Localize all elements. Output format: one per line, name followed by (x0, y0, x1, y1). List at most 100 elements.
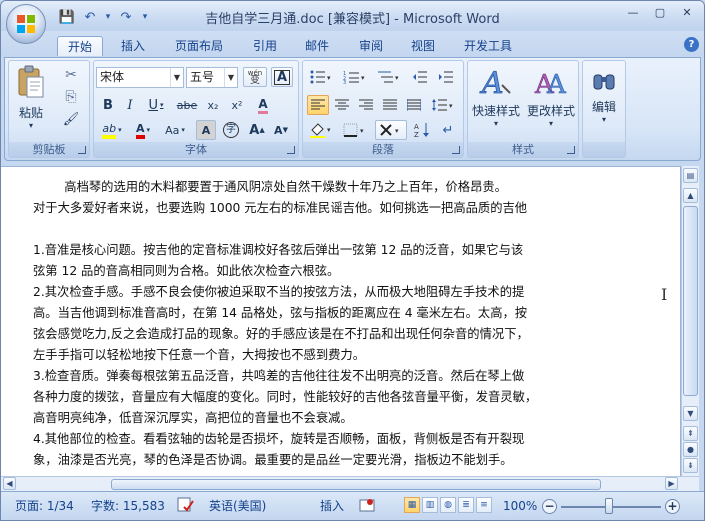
tab-page-layout[interactable]: 页面布局 (167, 36, 231, 56)
document-line[interactable]: 4.其他部位的检查。看看弦轴的齿轮是否损坏，旋转是否顺畅，面板，背侧板是否有开裂… (33, 429, 595, 450)
vertical-scrollbar[interactable]: ▤ ▲ ▼ ⇞ ● ⇟ (681, 166, 699, 476)
scroll-up-button[interactable]: ▲ (683, 188, 698, 203)
highlight-button[interactable]: ab ▾ (98, 120, 126, 140)
decrease-indent-button[interactable] (409, 67, 431, 87)
document-line[interactable]: 象，油漆是否光亮，琴的色泽是否协调。最重要的是品丝一定要光滑，指板边不能划手。 (33, 450, 595, 471)
clear-formatting-button[interactable]: A (252, 95, 274, 115)
asian-layout-button[interactable]: ▾ (375, 120, 407, 140)
change-case-button[interactable]: Aa ▾ (160, 120, 190, 140)
document-line[interactable]: 1.音准是核心问题。按吉他的定音标准调校好各弦后弹出一弦第 12 品的泛音，如果… (33, 240, 595, 261)
phonetic-guide-button[interactable]: wén 变 (243, 67, 267, 87)
distributed-button[interactable] (403, 95, 425, 115)
outline-view-button[interactable]: ≣ (458, 497, 474, 513)
align-center-button[interactable] (331, 95, 353, 115)
horizontal-scroll-thumb[interactable] (111, 479, 601, 490)
document-line[interactable] (33, 219, 595, 240)
tab-mailings[interactable]: 邮件 (297, 36, 337, 56)
zoom-slider-thumb[interactable] (605, 498, 613, 514)
full-screen-reading-view-button[interactable]: ▥ (422, 497, 438, 513)
language-indicator[interactable]: 英语(美国) (209, 497, 266, 515)
previous-page-button[interactable]: ⇞ (683, 426, 698, 441)
document-canvas[interactable]: 高档琴的选用的木料都要置于通风阴凉处自然干燥数十年乃之上百年，价格昂贵。 对于大多… (1, 166, 681, 476)
maximize-button[interactable]: ▢ (648, 3, 672, 21)
zoom-level[interactable]: 100% (503, 497, 537, 515)
close-button[interactable]: ✕ (675, 3, 699, 21)
italic-button[interactable]: I (120, 95, 140, 115)
grow-font-button[interactable]: A ▲ (246, 120, 268, 140)
document-line[interactable]: 弦会感觉吃力,反之会造成打品的现象。好的手感应该是在不打品和出现任何杂音的情况下… (33, 324, 595, 345)
justify-button[interactable] (379, 95, 401, 115)
page-count[interactable]: 页面: 1/34 (15, 497, 74, 515)
borders-button[interactable]: ▾ (339, 120, 369, 140)
multilevel-list-button[interactable]: ▾ (373, 67, 403, 87)
scroll-right-button[interactable]: ▶ (665, 477, 678, 490)
char-border-button[interactable]: A (271, 67, 293, 87)
tab-developer[interactable]: 开发工具 (456, 36, 520, 56)
underline-button[interactable]: U ▾ (142, 95, 170, 115)
align-right-button[interactable] (355, 95, 377, 115)
font-size-select[interactable]: 五号 ▼ (186, 67, 238, 88)
quick-styles-button[interactable]: A 快速样式 ▾ (470, 65, 522, 143)
copy-button[interactable]: ⎘ (59, 87, 83, 107)
print-layout-view-button[interactable]: ▦ (404, 497, 420, 513)
ruler-toggle-button[interactable]: ▤ (683, 168, 698, 183)
office-button[interactable] (6, 4, 46, 44)
document-line[interactable]: 对于大多爱好者来说，也要选购 1000 元左右的标准民谣吉他。如何挑选一把高品质… (33, 198, 595, 219)
document-line[interactable]: 左手手指可以轻松地按下任意一个音，大拇按也不感到费力。 (33, 345, 595, 366)
shading-button[interactable]: ▾ (305, 120, 335, 140)
web-layout-view-button[interactable]: ◍ (440, 497, 456, 513)
show-marks-button[interactable]: ↵ (437, 120, 459, 140)
change-styles-button[interactable]: A A 更改样式 ▾ (524, 65, 578, 143)
document-line[interactable]: 2.其次检查手感。手感不良会使你被迫采取不当的按弦方法，从而极大地阻碍左手技术的… (33, 282, 595, 303)
shrink-font-button[interactable]: A ▼ (270, 120, 292, 140)
scroll-left-button[interactable]: ◀ (3, 477, 16, 490)
line-spacing-button[interactable]: ▾ (427, 95, 457, 115)
format-painter-button[interactable]: 🖌 (59, 109, 83, 129)
clipboard-dialog-launcher[interactable] (78, 146, 86, 154)
align-left-button[interactable] (307, 95, 329, 115)
document-line[interactable]: 各种力度的拨弦，音量应有大幅度的变化。同时，性能较好的吉他各弦音量平衡，发音灵敏… (33, 387, 595, 408)
document-line[interactable]: 高档琴的选用的木料都要置于通风阴凉处自然干燥数十年乃之上百年，价格昂贵。 (33, 177, 595, 198)
document-body[interactable]: 高档琴的选用的木料都要置于通风阴凉处自然干燥数十年乃之上百年，价格昂贵。 对于大多… (33, 177, 595, 471)
font-dialog-launcher[interactable] (287, 146, 295, 154)
tab-insert[interactable]: 插入 (113, 36, 153, 56)
tab-home[interactable]: 开始 (57, 36, 103, 56)
tab-references[interactable]: 引用 (245, 36, 285, 56)
superscript-button[interactable]: x² (226, 95, 248, 115)
insert-mode[interactable]: 插入 (320, 497, 344, 515)
paste-button[interactable]: 粘贴 ▾ (13, 65, 49, 143)
bullets-button[interactable]: ▾ (305, 67, 335, 87)
paragraph-dialog-launcher[interactable] (452, 146, 460, 154)
strikethrough-button[interactable]: abe (174, 95, 200, 115)
word-count[interactable]: 字数: 15,583 (91, 497, 165, 515)
cut-button[interactable]: ✂ (59, 65, 83, 85)
font-color-button[interactable]: A ▾ (130, 120, 156, 140)
font-name-select[interactable]: 宋体 ▼ (96, 67, 184, 88)
document-line[interactable]: 高音明亮纯净，低音深沉厚实，高把位的音量也不会衰减。 (33, 408, 595, 429)
enclose-chars-button[interactable]: 字 (220, 120, 242, 140)
tab-view[interactable]: 视图 (403, 36, 443, 56)
sort-button[interactable]: AZ (411, 120, 433, 140)
next-page-button[interactable]: ⇟ (683, 458, 698, 473)
scroll-down-button[interactable]: ▼ (683, 406, 698, 421)
styles-dialog-launcher[interactable] (567, 146, 575, 154)
proofing-icon[interactable] (177, 497, 195, 515)
help-icon[interactable]: ? (684, 37, 699, 52)
select-browse-object-button[interactable]: ● (683, 442, 698, 457)
zoom-in-button[interactable]: + (665, 499, 680, 514)
document-line[interactable]: 弦第 12 品的音高相同则为合格。如此依次检查六根弦。 (33, 261, 595, 282)
zoom-out-button[interactable]: − (542, 499, 557, 514)
bold-button[interactable]: B (98, 95, 118, 115)
subscript-button[interactable]: x₂ (202, 95, 224, 115)
tab-review[interactable]: 审阅 (351, 36, 391, 56)
horizontal-scrollbar[interactable]: ◀ ▶ (1, 476, 699, 491)
minimize-button[interactable]: — (621, 3, 645, 21)
increase-indent-button[interactable] (435, 67, 457, 87)
vertical-scroll-thumb[interactable] (683, 206, 698, 396)
numbering-button[interactable]: 1 2 3 ▾ (339, 67, 369, 87)
draft-view-button[interactable]: ≡ (476, 497, 492, 513)
document-line[interactable]: 3.检查音质。弹奏每根弦第五品泛音，共鸣差的吉他往往发不出明亮的泛音。然后在琴上… (33, 366, 595, 387)
char-shading-button[interactable]: A (196, 120, 216, 140)
editing-button[interactable]: 编辑 ▾ (585, 65, 623, 143)
document-line[interactable]: 高。当吉他调到标准音高时，在第 14 品格处，弦与指板的距离应在 4 毫米左右。… (33, 303, 595, 324)
